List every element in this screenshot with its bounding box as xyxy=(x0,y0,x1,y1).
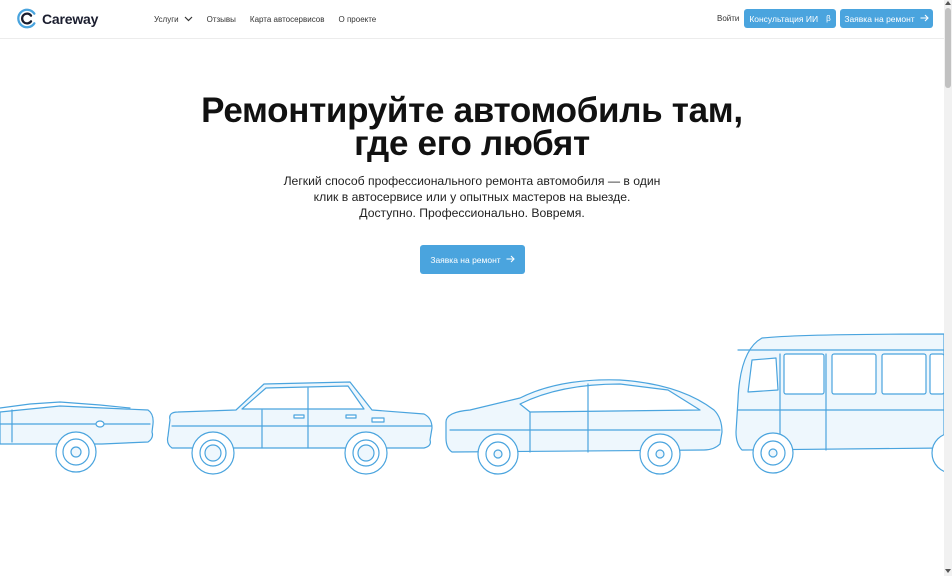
hero-subtitle-line: клик в автосервисе или у опытных мастеро… xyxy=(313,190,631,204)
header-request-repair-button[interactable]: Заявка на ремонт xyxy=(840,9,933,28)
scroll-down-arrow-icon[interactable] xyxy=(945,569,951,573)
logo-text: Careway xyxy=(42,10,99,27)
beta-badge: β xyxy=(826,14,831,23)
hero-request-repair-button[interactable]: Заявка на ремонт xyxy=(420,245,525,274)
careway-logo-icon xyxy=(17,8,36,29)
cars-illustration xyxy=(0,333,944,475)
modern-sedan-icon xyxy=(445,379,723,475)
ai-consultation-button[interactable]: Консультация ИИ β xyxy=(744,9,836,28)
hero-subtitle-line: Легкий способ профессионального ремонта … xyxy=(283,174,661,188)
minibus-icon xyxy=(735,333,944,474)
scroll-up-arrow-icon[interactable] xyxy=(945,1,951,5)
hero-title-line: где его любят xyxy=(354,124,590,163)
hero-cta-label: Заявка на ремонт xyxy=(430,254,501,265)
classic-sedan-icon xyxy=(166,381,433,475)
ai-consultation-label: Консультация ИИ xyxy=(749,13,819,24)
nav-item-service-map[interactable]: Карта автосервисов xyxy=(250,15,325,24)
nav-item-label: Карта автосервисов xyxy=(249,14,325,24)
request-button-label: Заявка на ремонт xyxy=(844,13,915,24)
site-header: Careway Услуги Отзывы Карта автосервисов… xyxy=(0,0,944,39)
nav-item-label: Отзывы xyxy=(206,14,236,24)
nav-item-services[interactable]: Услуги xyxy=(154,15,193,24)
hero-subtitle-line: Доступно. Профессионально. Вовремя. xyxy=(359,206,585,220)
hero-subtitle: Легкий способ профессионального ремонта … xyxy=(272,173,672,221)
nav-item-label: Услуги xyxy=(154,14,179,24)
nav-item-about[interactable]: О проекте xyxy=(339,15,377,24)
arrow-right-icon xyxy=(920,14,929,24)
scroll-thumb[interactable] xyxy=(945,8,951,88)
nav-item-reviews[interactable]: Отзывы xyxy=(207,15,236,24)
main-nav: Услуги Отзывы Карта автосервисов О проек… xyxy=(154,0,390,38)
nav-item-label: О проекте xyxy=(338,14,377,24)
hero-title: Ремонтируйте автомобиль там, где его люб… xyxy=(0,91,944,163)
arrow-right-icon xyxy=(506,255,515,265)
page-scrollbar[interactable] xyxy=(944,0,952,576)
login-link[interactable]: Войти xyxy=(717,14,739,23)
chevron-down-icon xyxy=(184,15,193,24)
hero-title-line: Ремонтируйте автомобиль там, xyxy=(201,91,743,130)
logo[interactable]: Careway xyxy=(16,8,98,29)
convertible-car-icon xyxy=(0,401,154,473)
